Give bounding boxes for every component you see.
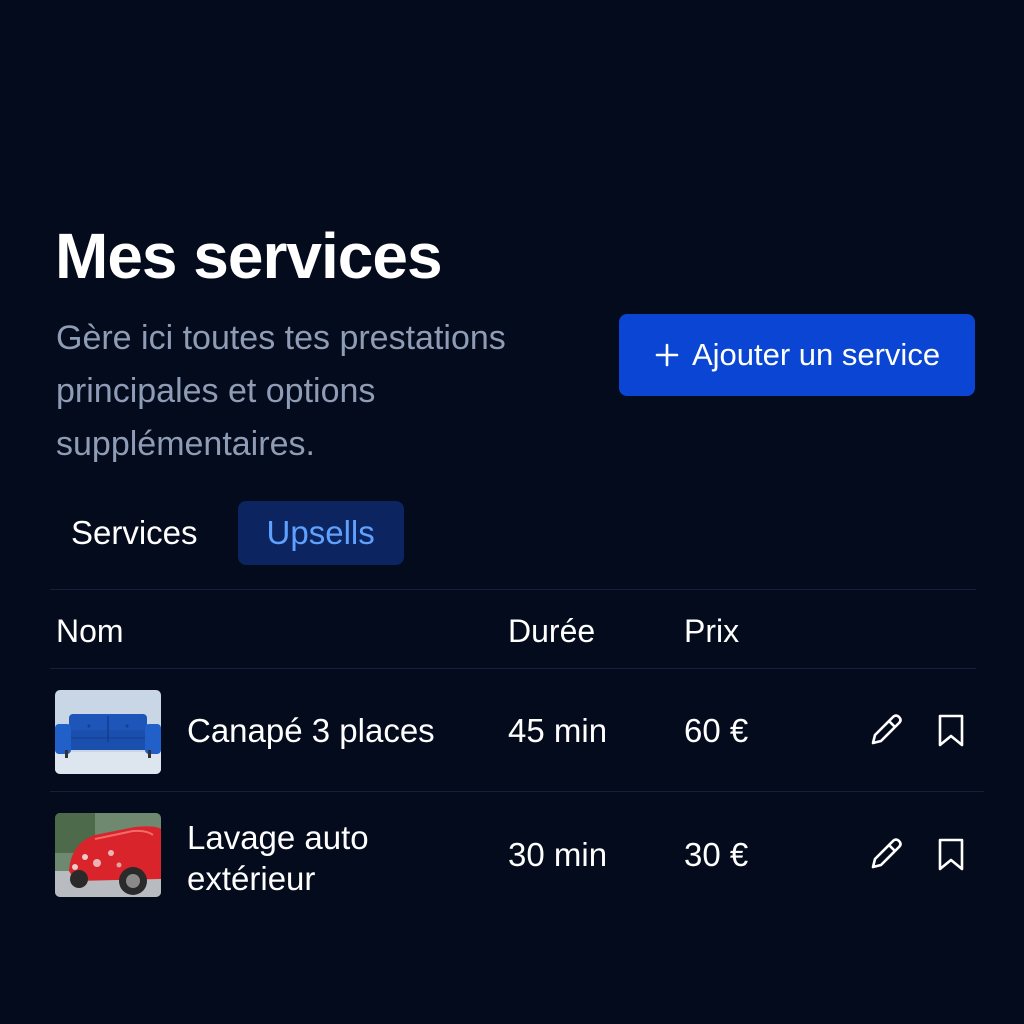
column-header-duration: Durée bbox=[508, 613, 596, 649]
table-row: Lavage auto extérieur 30 min 30 € bbox=[0, 792, 1024, 916]
column-header-name: Nom bbox=[56, 613, 124, 649]
bookmark-icon[interactable] bbox=[931, 710, 971, 750]
service-price: 30 € bbox=[684, 836, 749, 873]
bookmark-icon[interactable] bbox=[931, 834, 971, 874]
service-duration: 45 min bbox=[508, 712, 608, 749]
add-service-button[interactable]: Ajouter un service bbox=[619, 314, 975, 396]
table-top-divider bbox=[50, 589, 976, 590]
tab-upsells[interactable]: Upsells bbox=[237, 501, 404, 565]
pencil-icon[interactable] bbox=[866, 710, 906, 750]
service-name: Lavage auto extérieur bbox=[187, 819, 369, 897]
column-header-price: Prix bbox=[684, 613, 740, 649]
plus-icon bbox=[655, 343, 679, 367]
service-price: 60 € bbox=[684, 712, 749, 749]
tab-services[interactable]: Services bbox=[53, 501, 216, 565]
blue-sofa-image bbox=[55, 690, 161, 774]
page-subtitle: Gère ici toutes tes prestations principa… bbox=[56, 319, 506, 463]
pencil-icon[interactable] bbox=[866, 834, 906, 874]
service-name: Canapé 3 places bbox=[187, 712, 435, 749]
red-car-wash-image bbox=[55, 813, 161, 897]
tab-bar: Services Upsells bbox=[53, 501, 404, 565]
service-duration: 30 min bbox=[508, 836, 608, 873]
add-service-label: Ajouter un service bbox=[691, 337, 941, 372]
table-row: Canapé 3 places 45 min 60 € bbox=[0, 668, 1024, 791]
page-title: Mes services bbox=[55, 220, 443, 292]
